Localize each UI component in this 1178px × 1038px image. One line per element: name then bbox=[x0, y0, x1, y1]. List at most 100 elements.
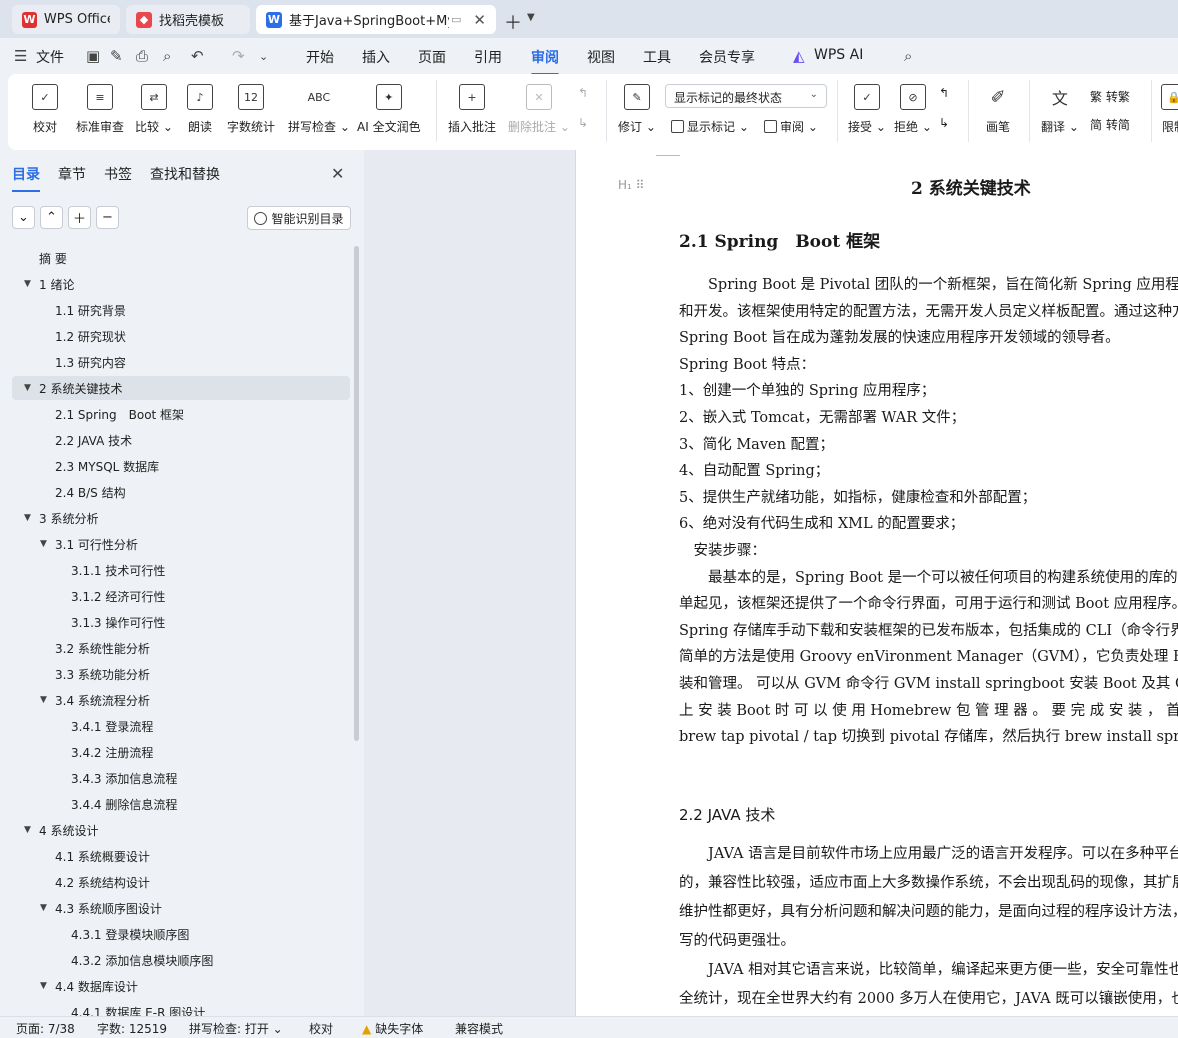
toc-item[interactable]: ▼ 3.4 系统流程分析 bbox=[12, 688, 350, 712]
toc-item[interactable]: 1.2 研究现状 bbox=[12, 324, 350, 348]
toc-item[interactable]: 3.4.2 注册流程 bbox=[12, 740, 350, 764]
expand-arrow-icon[interactable]: ▼ bbox=[24, 279, 31, 289]
expand-arrow-icon[interactable]: ▼ bbox=[40, 695, 47, 705]
tab-wps-office[interactable]: W WPS Office bbox=[12, 5, 120, 34]
toc-item[interactable]: 2.4 B/S 结构 bbox=[12, 480, 350, 504]
toc-item[interactable]: 2.2 JAVA 技术 bbox=[12, 428, 350, 452]
toc-item[interactable]: ▼ 4 系统设计 bbox=[12, 818, 350, 842]
toc-item[interactable]: 3.4.3 添加信息流程 bbox=[12, 766, 350, 790]
spell-check-button[interactable]: ABC 拼写检查 ⌄ bbox=[288, 78, 350, 135]
standard-review-button[interactable]: ≡ 标准审查 bbox=[76, 78, 124, 135]
toc-item[interactable]: 4.3.1 登录模块顺序图 bbox=[12, 922, 350, 946]
page-indicator[interactable]: 页面: 7/38 bbox=[16, 1020, 75, 1037]
document-page[interactable]: H₁ ⠿ 2 系统关键技术 2.1 Spring Boot 框架 Spring … bbox=[575, 150, 1178, 1016]
toc-item[interactable]: 3.3 系统功能分析 bbox=[12, 662, 350, 686]
toc-item[interactable]: 3.1.2 经济可行性 bbox=[12, 584, 350, 608]
chevron-down-icon[interactable]: ⌄ bbox=[259, 50, 268, 63]
tab-document[interactable]: W 基于Java+SpringBoot+MyS ▭ ✕ bbox=[256, 5, 496, 34]
translate-button[interactable]: 文 翻译 ⌄ bbox=[1041, 78, 1079, 135]
menu-view[interactable]: 视图 bbox=[587, 47, 615, 67]
heading-drag-handle-icon[interactable]: H₁ ⠿ bbox=[618, 178, 644, 192]
proofread-button[interactable]: ✓ 校对 bbox=[32, 78, 58, 135]
to-simplified-button[interactable]: 简 转简 bbox=[1090, 116, 1130, 133]
print-preview-icon[interactable]: ⌕ bbox=[163, 47, 171, 65]
collapse-up-button[interactable]: ⌃ bbox=[40, 206, 63, 229]
toc-item[interactable]: ▼ 3.1 可行性分析 bbox=[12, 532, 350, 556]
menu-references[interactable]: 引用 bbox=[474, 47, 502, 67]
expand-down-button[interactable]: ⌄ bbox=[12, 206, 35, 229]
print-icon[interactable]: ⎙ bbox=[136, 47, 148, 65]
compare-button[interactable]: ⇄ 比较 ⌄ bbox=[135, 78, 173, 135]
toc-item[interactable]: ▼ 3 系统分析 bbox=[12, 506, 350, 530]
undo-icon[interactable]: ↶ bbox=[191, 47, 204, 65]
new-tab-button[interactable]: ＋ bbox=[504, 9, 522, 35]
spell-check-status[interactable]: 拼写检查: 打开 ⌄ bbox=[189, 1020, 283, 1037]
read-aloud-button[interactable]: ♪ 朗读 bbox=[187, 78, 213, 135]
add-heading-button[interactable]: ＋ bbox=[68, 206, 91, 229]
chevron-down-icon[interactable]: ▼ bbox=[527, 12, 535, 23]
hamburger-menu-icon[interactable]: ☰ bbox=[14, 47, 27, 65]
tab-bookmarks[interactable]: 书签 bbox=[104, 164, 132, 184]
delete-comment-button[interactable]: ✕ 删除批注 ⌄ bbox=[508, 78, 570, 135]
tab-toc[interactable]: 目录 bbox=[12, 164, 40, 192]
toc-item[interactable]: ▼ 4.4 数据库设计 bbox=[12, 974, 350, 998]
expand-arrow-icon[interactable]: ▼ bbox=[40, 981, 47, 991]
next-comment-icon[interactable]: ↳ bbox=[578, 116, 588, 130]
toc-item[interactable]: 4.3.2 添加信息模块顺序图 bbox=[12, 948, 350, 972]
track-changes-button[interactable]: ✎ 修订 ⌄ bbox=[618, 78, 656, 135]
toc-item[interactable]: 3.1.1 技术可行性 bbox=[12, 558, 350, 582]
word-count-status[interactable]: 字数: 12519 bbox=[97, 1020, 167, 1037]
expand-arrow-icon[interactable]: ▼ bbox=[24, 513, 31, 523]
menu-tools[interactable]: 工具 bbox=[643, 47, 671, 67]
tab-chapters[interactable]: 章节 bbox=[58, 164, 86, 184]
prev-comment-icon[interactable]: ↰ bbox=[578, 86, 588, 100]
show-markup-button[interactable]: 显示标记 ⌄ bbox=[671, 118, 749, 135]
toc-item[interactable]: 2.3 MYSQL 数据库 bbox=[12, 454, 350, 478]
toc-item[interactable]: 3.4.1 登录流程 bbox=[12, 714, 350, 738]
pen-button[interactable]: ✐ 画笔 bbox=[985, 78, 1011, 135]
nav-scrollbar[interactable] bbox=[354, 246, 359, 741]
expand-arrow-icon[interactable]: ▼ bbox=[24, 383, 31, 393]
format-painter-icon[interactable]: ✎ bbox=[110, 47, 123, 65]
insert-comment-button[interactable]: + 插入批注 bbox=[448, 78, 496, 135]
toc-item[interactable]: 1.3 研究内容 bbox=[12, 350, 350, 374]
search-icon[interactable]: ⌕ bbox=[904, 47, 912, 65]
restrict-editing-button[interactable]: 🔒 限制 bbox=[1161, 78, 1178, 135]
toc-item[interactable]: ▼ 4.3 系统顺序图设计 bbox=[12, 896, 350, 920]
menu-insert[interactable]: 插入 bbox=[362, 47, 390, 67]
ai-polish-button[interactable]: ✦ AI 全文润色 bbox=[357, 78, 421, 135]
tab-find-replace[interactable]: 查找和替换 bbox=[150, 164, 220, 184]
toc-item[interactable]: 4.2 系统结构设计 bbox=[12, 870, 350, 894]
toc-item[interactable]: 2.1 Spring Boot 框架 bbox=[12, 402, 350, 426]
menu-review[interactable]: 审阅 bbox=[531, 47, 559, 76]
review-pane-button[interactable]: 审阅 ⌄ bbox=[764, 118, 818, 135]
prev-change-icon[interactable]: ↰ bbox=[939, 86, 949, 100]
accept-button[interactable]: ✓ 接受 ⌄ bbox=[848, 78, 886, 135]
close-icon[interactable]: ✕ bbox=[473, 11, 486, 29]
toc-item[interactable]: 3.1.3 操作可行性 bbox=[12, 610, 350, 634]
markup-display-select[interactable]: 显示标记的最终状态 ⌄ bbox=[665, 84, 827, 108]
next-change-icon[interactable]: ↳ bbox=[939, 116, 949, 130]
menu-page[interactable]: 页面 bbox=[418, 47, 446, 67]
to-traditional-button[interactable]: 繁 转繁 bbox=[1090, 88, 1130, 105]
missing-font-status[interactable]: ▲ 缺失字体 bbox=[362, 1020, 423, 1037]
toc-item[interactable]: 摘 要 bbox=[12, 246, 350, 270]
remove-heading-button[interactable]: − bbox=[96, 206, 119, 229]
word-count-button[interactable]: 12 字数统计 bbox=[227, 78, 275, 135]
toc-item[interactable]: 1.1 研究背景 bbox=[12, 298, 350, 322]
toc-item[interactable]: ▼ 1 绪论 bbox=[12, 272, 350, 296]
reject-button[interactable]: ⊘ 拒绝 ⌄ bbox=[894, 78, 932, 135]
expand-arrow-icon[interactable]: ▼ bbox=[40, 903, 47, 913]
tab-docer-templates[interactable]: ◆ 找稻壳模板 bbox=[126, 5, 250, 34]
close-icon[interactable]: ✕ bbox=[331, 164, 344, 183]
smart-toc-button[interactable]: 智能识别目录 bbox=[247, 206, 351, 230]
save-icon[interactable]: ▣ bbox=[86, 47, 100, 65]
expand-arrow-icon[interactable]: ▼ bbox=[24, 825, 31, 835]
toc-item[interactable]: ▼ 2 系统关键技术 bbox=[12, 376, 350, 400]
menu-file[interactable]: 文件 bbox=[36, 47, 64, 67]
menu-home[interactable]: 开始 bbox=[306, 47, 334, 67]
menu-wps-ai[interactable]: WPS AI bbox=[814, 47, 863, 63]
proofread-status[interactable]: 校对 bbox=[309, 1020, 333, 1037]
toc-item[interactable]: 4.1 系统概要设计 bbox=[12, 844, 350, 868]
toc-item[interactable]: 3.4.4 删除信息流程 bbox=[12, 792, 350, 816]
